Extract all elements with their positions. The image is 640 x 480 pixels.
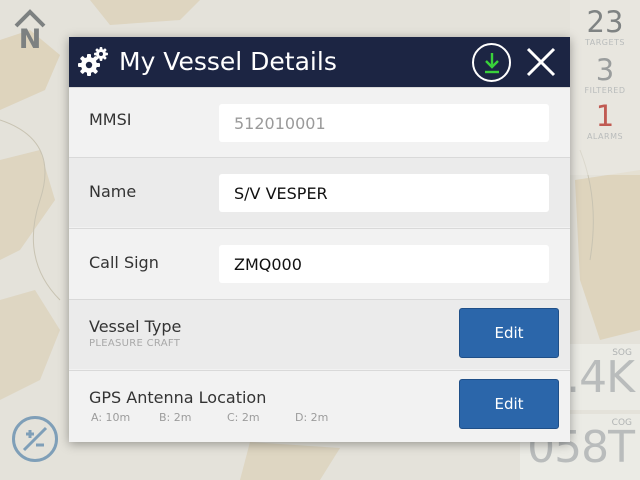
name-field[interactable] — [219, 174, 549, 212]
vessel-type-row: Vessel Type PLEASURE CRAFT Edit — [69, 299, 570, 369]
north-up-button[interactable]: N — [12, 8, 48, 54]
alarms-label: ALARMS — [586, 132, 624, 141]
sog-value: .4K — [566, 352, 635, 403]
download-icon — [485, 53, 499, 74]
orientation-toggle-button[interactable] — [12, 416, 58, 462]
gps-antenna-label: GPS Antenna Location — [89, 388, 267, 407]
targets-label: TARGETS — [584, 38, 625, 47]
name-row: Name — [69, 157, 570, 227]
antenna-a-value: A: 10m — [91, 411, 131, 424]
edit-gps-antenna-button[interactable]: Edit — [459, 379, 559, 429]
antenna-b-value: B: 2m — [159, 411, 192, 424]
filtered-label: FILTERED — [584, 86, 626, 95]
call-sign-row: Call Sign — [69, 228, 570, 298]
download-button[interactable] — [472, 43, 511, 82]
dialog-title: My Vessel Details — [119, 47, 337, 76]
targets-stat[interactable]: 23 TARGETS — [570, 5, 640, 48]
alarms-count: 1 — [595, 99, 615, 133]
vessel-details-dialog: My Vessel Details MMSI Name Call Sign Ve… — [69, 37, 570, 442]
edit-vessel-type-button[interactable]: Edit — [459, 308, 559, 358]
name-label: Name — [89, 182, 137, 201]
target-stats-panel[interactable]: 23 TARGETS 3 FILTERED 1 ALARMS — [570, 0, 640, 175]
dialog-header: My Vessel Details — [69, 37, 570, 87]
alarms-stat[interactable]: 1 ALARMS — [570, 99, 640, 142]
call-sign-label: Call Sign — [89, 253, 159, 272]
mmsi-label: MMSI — [89, 110, 132, 129]
gps-antenna-row: GPS Antenna Location A: 10m B: 2m C: 2m … — [69, 370, 570, 442]
mmsi-row: MMSI — [69, 87, 570, 157]
targets-count: 23 — [586, 5, 624, 39]
call-sign-field[interactable] — [219, 245, 549, 283]
orientation-toggle-icon — [22, 426, 48, 452]
north-letter: N — [18, 24, 42, 55]
close-icon[interactable] — [525, 46, 557, 78]
antenna-d-value: D: 2m — [295, 411, 329, 424]
mmsi-field[interactable] — [219, 104, 549, 142]
gears-icon — [78, 47, 108, 76]
vessel-type-value: PLEASURE CRAFT — [89, 338, 181, 349]
antenna-c-value: C: 2m — [227, 411, 260, 424]
vessel-type-label: Vessel Type — [89, 317, 182, 336]
filtered-stat[interactable]: 3 FILTERED — [570, 53, 640, 96]
filtered-count: 3 — [595, 53, 615, 87]
